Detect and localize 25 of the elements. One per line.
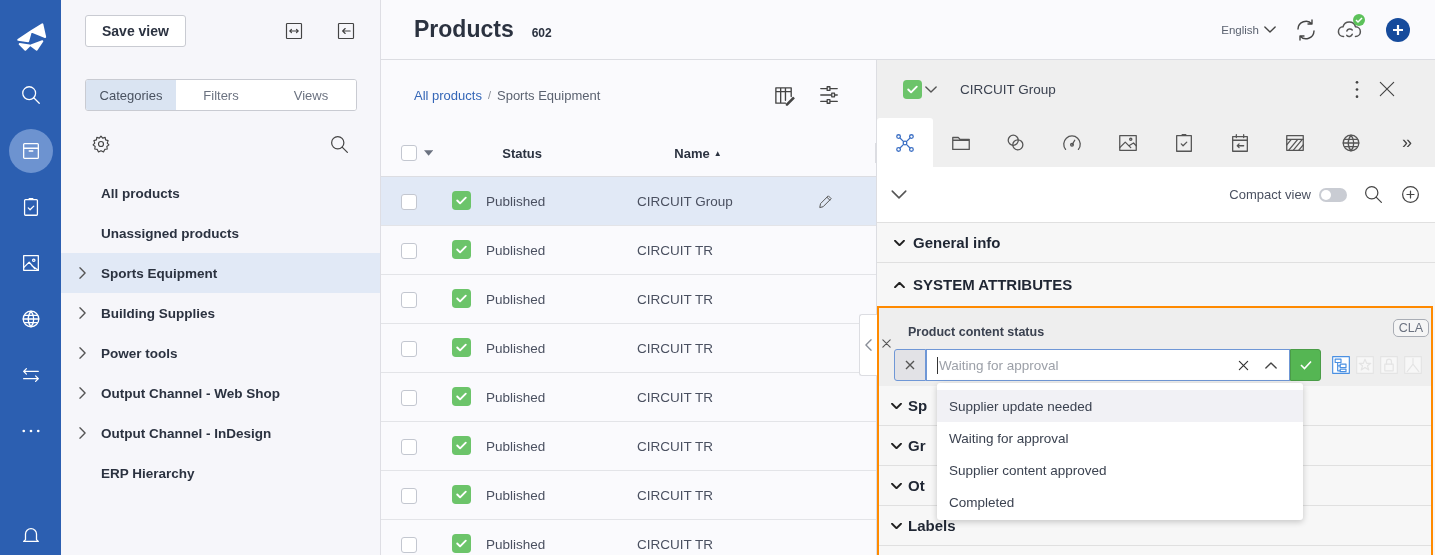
status-text: Published <box>486 488 547 503</box>
product-name: CIRCUIT TR <box>637 292 714 307</box>
status-text: Published <box>486 439 547 454</box>
product-count: 602 <box>531 25 552 40</box>
product-name: CIRCUIT TR <box>637 439 714 454</box>
product-name: CIRCUIT TR <box>637 341 714 356</box>
product-title: CIRCUIT Group <box>960 81 1056 97</box>
attribute-badge: CLA <box>1392 319 1429 337</box>
product-name: CIRCUIT TR <box>637 488 714 503</box>
status-text: Published <box>486 292 547 307</box>
product-name: CIRCUIT TR <box>637 537 714 552</box>
product-name: CIRCUIT Group <box>637 194 734 209</box>
compact-view-label: Compact view <box>1229 187 1311 202</box>
status-text: Published <box>486 194 547 209</box>
sort-indicator: ▲ <box>713 148 722 158</box>
status-text: Published <box>486 537 547 552</box>
status-text: Published <box>486 390 547 405</box>
product-name: CIRCUIT TR <box>637 390 714 405</box>
product-name: CIRCUIT TR <box>637 243 714 258</box>
breadcrumb-separator: / <box>487 89 491 101</box>
status-text: Published <box>486 243 547 258</box>
page-title: Products <box>414 16 514 43</box>
breadcrumb-current: Sports Equipment <box>497 87 601 103</box>
status-text: Published <box>486 341 547 356</box>
attribute-label: Product content status <box>908 325 1045 339</box>
